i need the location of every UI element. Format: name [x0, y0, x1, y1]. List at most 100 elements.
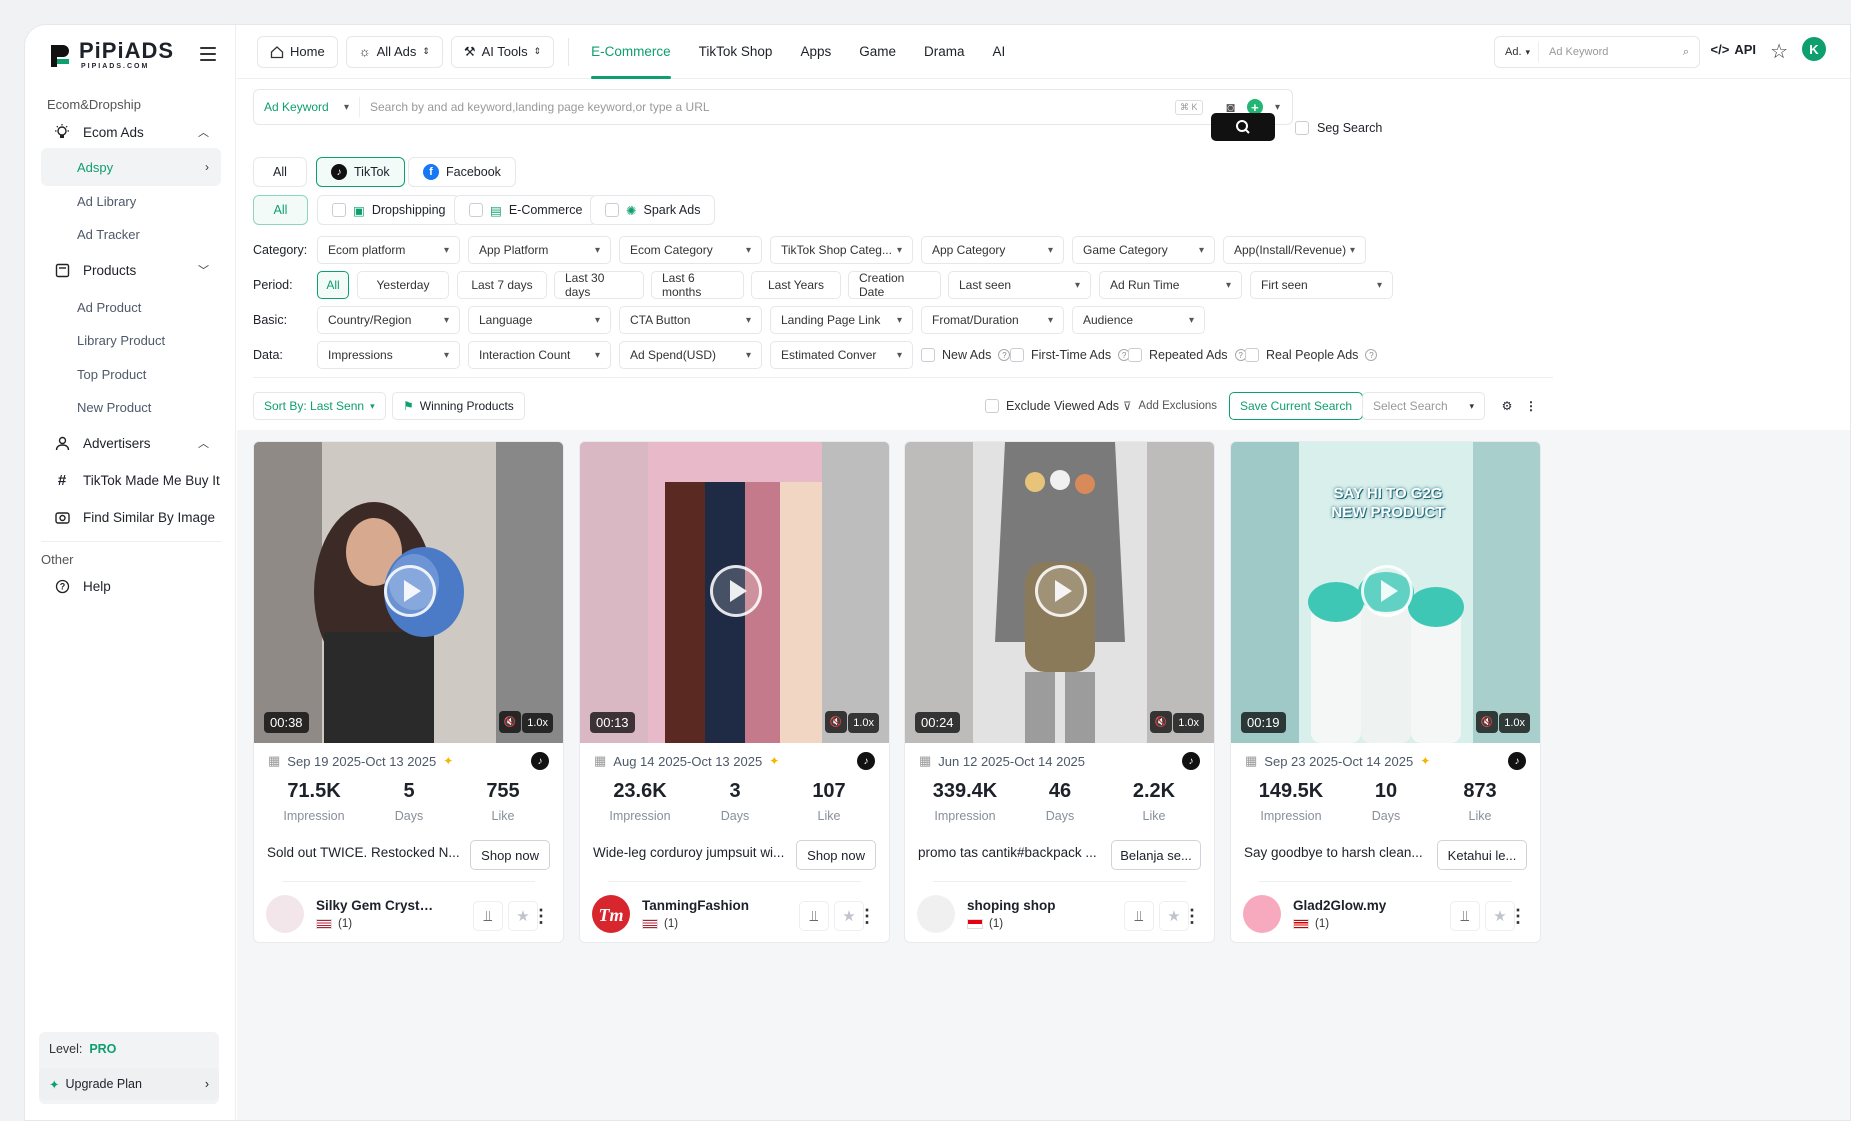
- playback-speed[interactable]: 1.0x: [522, 713, 553, 733]
- playback-speed[interactable]: 1.0x: [848, 713, 879, 733]
- ad-description[interactable]: Wide-leg corduroy jumpsuit wi...: [593, 845, 803, 860]
- period-option-5[interactable]: Last Years: [751, 271, 841, 299]
- ad-card[interactable]: 00:13 🔇 1.0x ▦ Aug 14 2025-Oct 13 2025 ✦ ♪ 23.6…: [579, 441, 890, 943]
- ad-description[interactable]: promo tas cantik#backpack ...: [918, 845, 1128, 860]
- all-ads-button[interactable]: ☼ All Ads ⇕: [345, 35, 443, 68]
- save-search-button[interactable]: Save Current Search: [1229, 392, 1364, 420]
- tab-ai[interactable]: AI: [993, 25, 1006, 79]
- advertiser-name[interactable]: shoping shop: [967, 898, 1056, 913]
- basic-dropdown-2[interactable]: CTA Button ▾: [619, 306, 762, 334]
- category-dropdown-0[interactable]: Ecom platform ▾: [317, 236, 460, 264]
- winning-products-button[interactable]: ⚑ Winning Products: [392, 392, 525, 420]
- period-option-2[interactable]: Last 7 days: [457, 271, 547, 299]
- playback-speed[interactable]: 1.0x: [1173, 713, 1204, 733]
- tab-tiktok-shop[interactable]: TikTok Shop: [699, 25, 773, 79]
- keyword-search-input[interactable]: Search by and ad keyword,landing page ke…: [360, 100, 1175, 114]
- checkbox[interactable]: [921, 348, 935, 362]
- search-button[interactable]: [1211, 113, 1275, 141]
- type-all[interactable]: All: [253, 195, 308, 225]
- settings-gear-icon[interactable]: ⚙: [1493, 392, 1521, 420]
- checkbox[interactable]: [985, 399, 999, 413]
- category-dropdown-6[interactable]: App(Install/Revenue) ▾: [1223, 236, 1366, 264]
- ad-card[interactable]: 00:24 🔇 1.0x ▦ Jun 12 2025-Oct 14 2025 ♪ 339.4…: [904, 441, 1215, 943]
- sort-select[interactable]: Sort By: Last Senn ▾: [253, 392, 386, 420]
- seg-search-checkbox[interactable]: Seg Search: [1295, 121, 1382, 135]
- type-dropshipping[interactable]: ▣ Dropshipping: [317, 195, 461, 225]
- sidebar-item-advertisers[interactable]: Advertisers ︿: [41, 424, 221, 462]
- advertiser-avatar[interactable]: [1243, 895, 1281, 933]
- platform-tiktok[interactable]: ♪ TikTok: [316, 157, 405, 187]
- checkbox[interactable]: [1245, 348, 1259, 362]
- play-icon[interactable]: [1035, 565, 1087, 617]
- add-exclusions-button[interactable]: ⊽ Add Exclusions: [1123, 399, 1217, 413]
- checkbox[interactable]: [1128, 348, 1142, 362]
- data-check-2[interactable]: Repeated Ads?: [1128, 348, 1247, 362]
- analytics-icon[interactable]: ⫫: [473, 901, 503, 931]
- ad-card[interactable]: 00:38 🔇 1.0x ▦ Sep 19 2025-Oct 13 2025 ✦ ♪ 71.5…: [253, 441, 564, 943]
- search-type-select[interactable]: Ad Keyword ▾: [254, 97, 360, 117]
- cta-button[interactable]: Shop now: [796, 840, 876, 870]
- ad-card[interactable]: SAY HI TO G2G NEW PRODUCT 00:19 🔇 1.0x ▦ Sep …: [1230, 441, 1541, 943]
- period-option-4[interactable]: Last 6 months: [651, 271, 744, 299]
- mute-icon[interactable]: 🔇: [1150, 711, 1172, 733]
- period-option-0[interactable]: All: [317, 271, 349, 299]
- ad-video-thumbnail[interactable]: 00:24 🔇 1.0x: [905, 442, 1214, 743]
- tab-ecommerce[interactable]: E-Commerce: [591, 25, 671, 79]
- period-option-1[interactable]: Yesterday: [357, 271, 449, 299]
- data-check-1[interactable]: First-Time Ads?: [1010, 348, 1131, 362]
- sidebar-item-ecom-ads[interactable]: Ecom Ads ︿: [41, 113, 221, 151]
- avatar[interactable]: K: [1802, 37, 1826, 61]
- period-option-6[interactable]: Creation Date: [848, 271, 941, 299]
- ad-description[interactable]: Sold out TWICE. Restocked N...: [267, 845, 477, 860]
- exclude-viewed-checkbox[interactable]: Exclude Viewed Ads: [985, 399, 1119, 413]
- category-dropdown-1[interactable]: App Platform ▾: [468, 236, 611, 264]
- play-icon[interactable]: [1361, 565, 1413, 617]
- ad-video-thumbnail[interactable]: 00:38 🔇 1.0x: [254, 442, 563, 743]
- sidebar-item-library-product[interactable]: Library Product: [41, 321, 221, 359]
- checkbox[interactable]: [605, 203, 619, 217]
- period-option-9[interactable]: Firt seen ▾: [1250, 271, 1393, 299]
- menu-toggle-icon[interactable]: [200, 47, 216, 61]
- logo[interactable]: PiPiADS PIPIADS.COM: [49, 40, 174, 71]
- analytics-icon[interactable]: ⫫: [1450, 901, 1480, 931]
- cta-button[interactable]: Belanja se...: [1111, 840, 1201, 870]
- basic-dropdown-0[interactable]: Country/Region ▾: [317, 306, 460, 334]
- play-icon[interactable]: [384, 565, 436, 617]
- tab-apps[interactable]: Apps: [800, 25, 831, 79]
- cta-button[interactable]: Shop now: [470, 840, 550, 870]
- category-dropdown-4[interactable]: App Category ▾: [921, 236, 1064, 264]
- mute-icon[interactable]: 🔇: [499, 711, 521, 733]
- more-options-icon[interactable]: ⋮: [1508, 901, 1528, 931]
- period-option-3[interactable]: Last 30 days: [554, 271, 644, 299]
- basic-dropdown-5[interactable]: Audience ▾: [1072, 306, 1205, 334]
- advertiser-name[interactable]: TanmingFashion: [642, 898, 749, 913]
- platform-facebook[interactable]: f Facebook: [408, 157, 516, 187]
- data-dropdown-1[interactable]: Interaction Count ▾: [468, 341, 611, 369]
- sidebar-item-help[interactable]: ? Help: [41, 567, 221, 605]
- period-option-8[interactable]: Ad Run Time ▾: [1099, 271, 1242, 299]
- more-options-icon[interactable]: ⋮: [1521, 392, 1541, 420]
- cta-button[interactable]: Ketahui le...: [1437, 840, 1527, 870]
- select-search-dropdown[interactable]: Select Search ▾: [1362, 392, 1485, 420]
- more-options-icon[interactable]: ⋮: [1182, 901, 1202, 931]
- advertiser-name[interactable]: Glad2Glow.my: [1293, 898, 1386, 913]
- category-dropdown-3[interactable]: TikTok Shop Categ... ▾: [770, 236, 913, 264]
- sidebar-item-products[interactable]: Products ﹀: [41, 251, 221, 289]
- type-spark-ads[interactable]: ✺ Spark Ads: [590, 195, 716, 225]
- period-option-7[interactable]: Last seen ▾: [948, 271, 1091, 299]
- mute-icon[interactable]: 🔇: [1476, 711, 1498, 733]
- data-dropdown-2[interactable]: Ad Spend(USD) ▾: [619, 341, 762, 369]
- analytics-icon[interactable]: ⫫: [799, 901, 829, 931]
- ad-video-thumbnail[interactable]: SAY HI TO G2G NEW PRODUCT 00:19 🔇 1.0x: [1231, 442, 1540, 743]
- data-dropdown-0[interactable]: Impressions ▾: [317, 341, 460, 369]
- ad-video-thumbnail[interactable]: 00:13 🔇 1.0x: [580, 442, 889, 743]
- playback-speed[interactable]: 1.0x: [1499, 713, 1530, 733]
- checkbox[interactable]: [1295, 121, 1309, 135]
- favorites-star-icon[interactable]: ☆: [1770, 39, 1788, 64]
- type-ecommerce[interactable]: ▤ E-Commerce: [454, 195, 598, 225]
- top-search-type-select[interactable]: Ad. ▾: [1495, 42, 1540, 62]
- platform-all[interactable]: All: [253, 157, 307, 187]
- mute-icon[interactable]: 🔇: [825, 711, 847, 733]
- checkbox[interactable]: [469, 203, 483, 217]
- top-search-input[interactable]: Ad Keyword: [1539, 46, 1683, 58]
